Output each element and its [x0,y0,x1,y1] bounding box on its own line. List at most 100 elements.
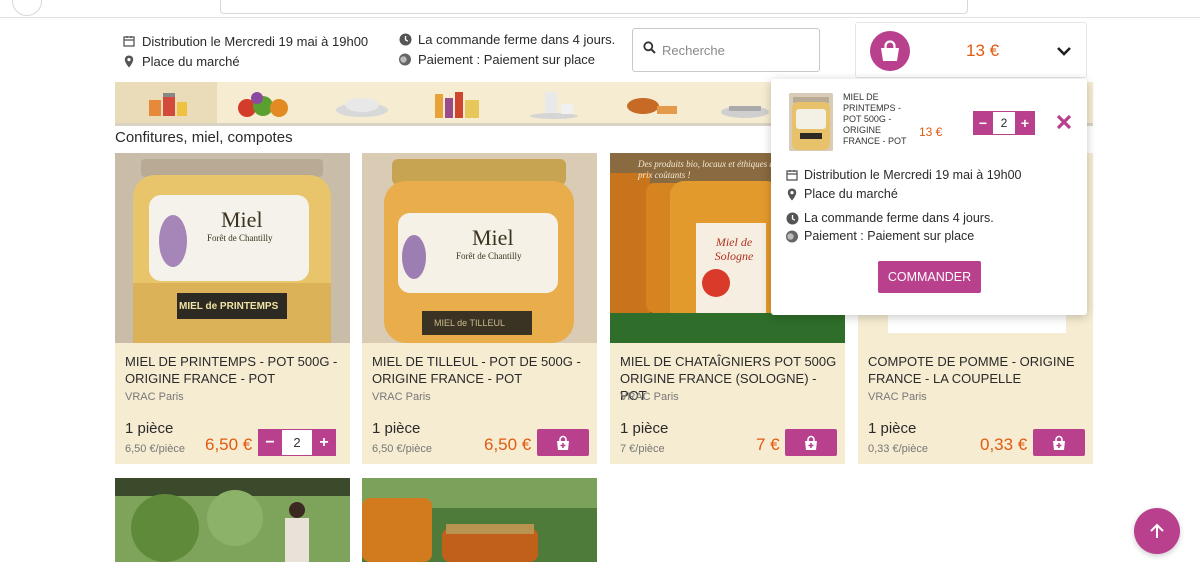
payment-info: Paiement : Paiement sur place [418,51,596,67]
cart-place: Place du marché [804,187,898,201]
search-input[interactable] [662,42,802,58]
vegetables-icon [238,92,288,117]
clock-icon [398,32,412,46]
product-price: 6,50 € [484,435,532,454]
product-unit-price: 7 €/pièce [620,443,665,455]
product-image-sub: Forêt de Chantilly [456,251,522,261]
product-image-label: Miel de Sologne [714,235,754,263]
money-icon [398,52,412,66]
decrease-button[interactable]: − [258,429,282,456]
top-bar-field[interactable] [220,0,968,14]
arrow-up-icon [1150,523,1164,538]
product-image-tag: Des produits bio, locaux et éthiques à p… [638,159,774,180]
category-bottles[interactable] [431,88,485,120]
product-unit: 1 pièce [620,420,669,437]
product-card[interactable]: Miel Forêt de Chantilly MIEL de PRINTEMP… [115,153,350,464]
product-price: 7 € [756,435,780,454]
distribution-place: Place du marché [142,53,240,69]
product-image[interactable]: Miel Forêt de Chantilly MIEL de PRINTEMP… [115,153,350,343]
product-image[interactable]: Miel Forêt de Chantilly MIEL de TILLEUL [362,153,597,343]
category-dairy[interactable] [527,88,581,120]
product-image-band: MIEL de PRINTEMPS [179,301,279,312]
kitchen-icon [721,106,769,118]
product-unit: 1 pièce [868,420,917,437]
product-vendor: VRAC Paris [868,391,927,403]
product-name[interactable]: COMPOTE DE POMME - ORIGINE FRANCE - LA C… [868,353,1086,387]
calendar-icon [785,168,799,182]
product-price: 0,33 € [980,435,1028,454]
jars-icon [149,93,187,116]
increase-button[interactable]: + [312,429,336,456]
calendar-icon [122,34,136,48]
product-vendor: VRAC Paris [372,391,431,403]
product-price: 6,50 € [205,435,253,454]
quantity-value[interactable]: 2 [282,429,312,456]
remove-item-close-icon[interactable] [1054,112,1074,132]
cart-summary[interactable]: 13 € [855,22,1087,78]
cart-item-price: 13 € [919,125,943,139]
map-pin-icon [785,187,799,201]
cart-quantity-stepper: − 2 + [973,111,1035,135]
product-card[interactable]: Miel Forêt de Chantilly MIEL de TILLEUL … [362,153,597,464]
section-title: Confitures, miel, compotes [115,129,293,146]
money-icon [785,229,799,243]
category-kitchen[interactable] [719,88,771,120]
product-vendor: VRAC Paris [620,391,679,403]
category-vegetables[interactable] [235,88,295,120]
add-to-cart-button[interactable] [537,429,589,456]
shopping-bag-plus-icon [805,435,817,450]
cart-item-name: MIEL DE PRINTEMPS - POT 500G - ORIGINE F… [843,92,907,146]
product-image[interactable] [362,478,597,562]
closing-info: La commande ferme dans 4 jours. [418,31,616,47]
product-name[interactable]: MIEL DE TILLEUL - POT DE 500G - ORIGINE … [372,353,590,387]
product-image-label: Miel [221,207,263,232]
dairy-icon [530,92,578,119]
cart-closing: La commande ferme dans 4 jours. [804,211,994,225]
cart-payment-row: Paiement : Paiement sur place [785,229,974,243]
shopping-bag-plus-icon [1053,435,1065,450]
shopping-bag-icon [870,31,910,71]
browser-top-strip [0,0,1200,18]
product-vendor: VRAC Paris [125,391,184,403]
add-to-cart-button[interactable] [1033,429,1085,456]
cart-payment: Paiement : Paiement sur place [804,229,975,243]
chevron-down-icon[interactable] [1054,41,1074,61]
distribution-info: Distribution le Mercredi 19 mai à 19h00 … [122,32,368,72]
order-info: La commande ferme dans 4 jours. Paiement… [398,30,615,70]
product-image[interactable] [115,478,350,562]
order-button[interactable]: COMMANDER [878,261,981,293]
cart-distribution-row: Distribution le Mercredi 19 mai à 19h00 [785,168,1021,182]
cart-place-row: Place du marché [785,187,898,201]
cart-quantity-value[interactable]: 2 [993,111,1015,135]
search-icon [643,41,656,59]
menu-button[interactable] [12,0,42,16]
search-box[interactable] [632,28,820,72]
cart-item-thumbnail [789,93,833,151]
product-unit: 1 pièce [125,420,174,437]
map-pin-icon [122,54,136,68]
product-unit-price: 6,50 €/pièce [372,443,432,455]
cart-decrease-button[interactable]: − [973,111,993,135]
dishes-icon [336,98,388,117]
scroll-to-top-button[interactable] [1134,508,1180,554]
clock-icon [785,211,799,225]
shopping-bag-plus-icon [557,435,569,450]
product-name[interactable]: MIEL DE PRINTEMPS - POT 500G - ORIGINE F… [125,353,343,387]
product-image-band: MIEL de TILLEUL [434,318,506,328]
bread-icon [627,98,677,114]
bottles-icon [435,92,479,118]
add-to-cart-button[interactable] [785,429,837,456]
cart-dropdown: MIEL DE PRINTEMPS - POT 500G - ORIGINE F… [771,79,1087,315]
quantity-stepper: − 2 + [258,429,336,456]
distribution-date: Distribution le Mercredi 19 mai à 19h00 [142,33,369,49]
category-bread[interactable] [621,88,681,120]
product-unit-price: 6,50 €/pièce [125,443,185,455]
category-jars[interactable] [145,88,191,120]
product-image-sub: Forêt de Chantilly [207,233,273,243]
product-unit: 1 pièce [372,420,421,437]
cart-increase-button[interactable]: + [1015,111,1035,135]
category-dishes[interactable] [333,88,391,120]
cart-total: 13 € [966,41,1000,60]
cart-distribution: Distribution le Mercredi 19 mai à 19h00 [804,168,1022,182]
product-image-label: Miel [472,225,514,250]
